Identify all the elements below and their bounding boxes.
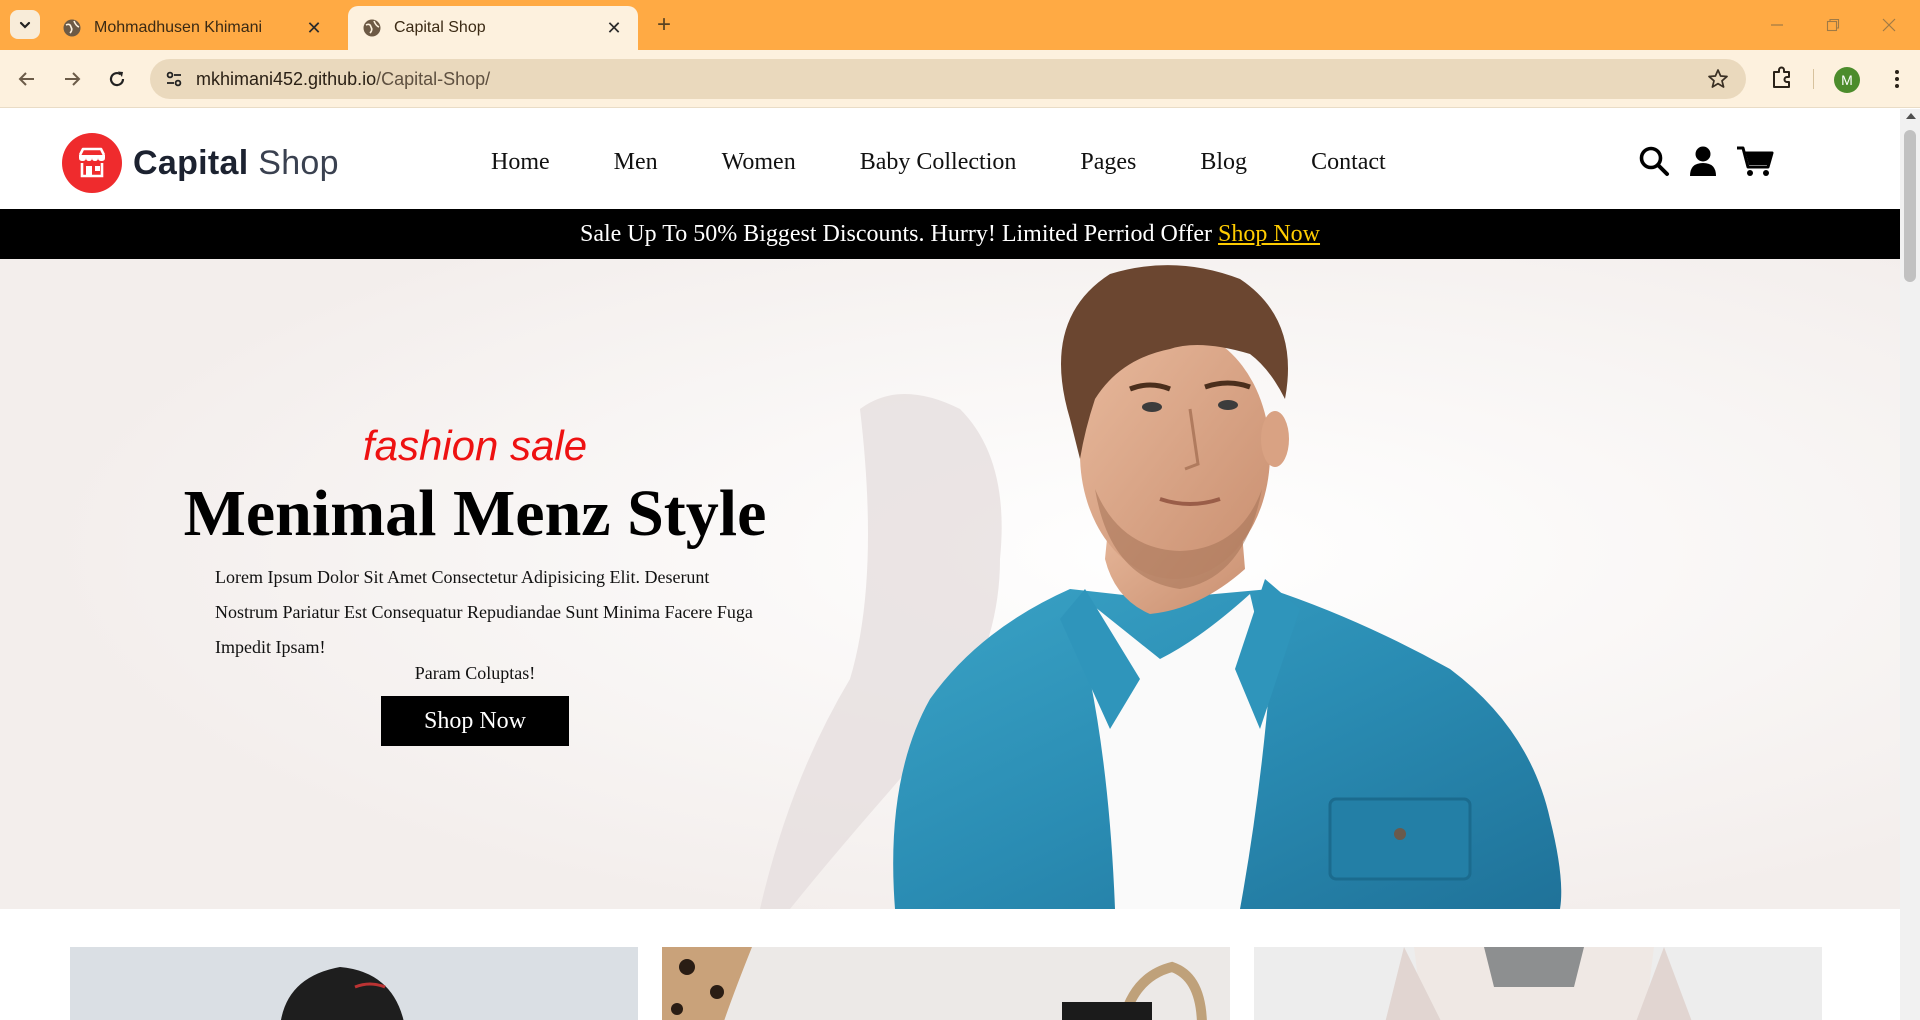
user-icon[interactable] bbox=[1688, 145, 1718, 177]
category-card[interactable] bbox=[70, 947, 638, 1020]
browser-menu-button[interactable] bbox=[1882, 64, 1912, 94]
restore-icon[interactable] bbox=[1818, 11, 1848, 39]
category-card[interactable] bbox=[1254, 947, 1822, 1020]
site-header: Capital Shop Home Men Women Baby Collect… bbox=[0, 109, 1900, 209]
minimize-icon[interactable] bbox=[1762, 11, 1792, 39]
promo-text: Sale Up To 50% Biggest Discounts. Hurry!… bbox=[579, 220, 1212, 247]
page-viewport: Capital Shop Home Men Women Baby Collect… bbox=[0, 109, 1900, 1020]
bags-image bbox=[662, 947, 1230, 1020]
tab-search-button[interactable] bbox=[10, 10, 40, 39]
nav-blog[interactable]: Blog bbox=[1200, 149, 1247, 176]
toolbar-divider bbox=[1813, 69, 1814, 89]
cap-image bbox=[70, 947, 638, 1020]
nav-men[interactable]: Men bbox=[614, 149, 658, 176]
header-icons bbox=[1638, 145, 1774, 177]
arrow-right-icon bbox=[65, 72, 81, 86]
nav-women[interactable]: Women bbox=[722, 149, 796, 176]
logo-text-bold: Capital bbox=[133, 143, 249, 182]
promo-banner: Sale Up To 50% Biggest Discounts. Hurry!… bbox=[0, 209, 1900, 259]
reload-icon bbox=[109, 71, 125, 87]
url-path: /Capital-Shop/ bbox=[376, 69, 491, 89]
close-icon[interactable]: ✕ bbox=[604, 18, 624, 38]
address-bar[interactable]: mkhimani452.github.io/Capital-Shop/ bbox=[150, 59, 1746, 99]
new-tab-button[interactable]: + bbox=[650, 11, 678, 39]
category-card[interactable] bbox=[662, 947, 1230, 1020]
page-scrollbar[interactable] bbox=[1900, 109, 1920, 1020]
promo-shop-now-link[interactable]: Shop Now bbox=[1218, 221, 1320, 248]
nav-baby-collection[interactable]: Baby Collection bbox=[860, 149, 1017, 176]
arrow-left-icon bbox=[18, 72, 34, 86]
globe-icon bbox=[363, 19, 381, 37]
nav-pages[interactable]: Pages bbox=[1080, 149, 1136, 176]
hero-banner: fashion sale Menimal Menz Style Lorem Ip… bbox=[0, 259, 1900, 909]
globe-icon bbox=[63, 19, 81, 37]
tab-mohmadhusen[interactable]: Mohmadhusen Khimani ✕ bbox=[48, 6, 338, 50]
url-text[interactable]: mkhimani452.github.io/Capital-Shop/ bbox=[196, 69, 490, 90]
scroll-up-arrow-icon[interactable] bbox=[1906, 113, 1916, 119]
scrollbar-thumb[interactable] bbox=[1904, 130, 1916, 282]
hero-eyebrow: fashion sale bbox=[362, 422, 588, 469]
profile-avatar[interactable]: M bbox=[1834, 67, 1860, 93]
category-cards bbox=[70, 947, 1830, 1020]
close-icon[interactable]: ✕ bbox=[304, 18, 324, 38]
more-vertical-icon bbox=[1895, 70, 1899, 88]
logo-text-light: Shop bbox=[258, 143, 339, 182]
back-button[interactable] bbox=[12, 64, 42, 94]
main-nav: Home Men Women Baby Collection Pages Blo… bbox=[491, 149, 1450, 176]
site-logo[interactable]: Capital Shop bbox=[62, 133, 339, 193]
nav-home[interactable]: Home bbox=[491, 149, 550, 176]
browser-tab-bar: Mohmadhusen Khimani ✕ Capital Shop ✕ + bbox=[0, 0, 1920, 50]
url-host: mkhimani452.github.io bbox=[196, 69, 377, 89]
tab-title: Capital Shop bbox=[394, 19, 486, 36]
cart-icon[interactable] bbox=[1736, 145, 1774, 177]
hero-shop-now-button[interactable]: Shop Now bbox=[381, 696, 569, 746]
forward-button[interactable] bbox=[57, 64, 87, 94]
tab-title: Mohmadhusen Khimani bbox=[94, 19, 263, 36]
window-close-icon[interactable] bbox=[1874, 11, 1904, 39]
store-icon bbox=[62, 133, 122, 193]
puzzle-icon bbox=[1773, 66, 1790, 88]
site-info-icon[interactable] bbox=[162, 67, 186, 91]
extensions-button[interactable] bbox=[1767, 63, 1797, 93]
reload-button[interactable] bbox=[102, 64, 132, 94]
bookmark-star-icon[interactable] bbox=[1706, 67, 1730, 91]
chevron-down-icon bbox=[19, 21, 31, 29]
hero-description: Lorem Ipsum Dolor Sit Amet Consectetur A… bbox=[215, 567, 753, 657]
nav-contact[interactable]: Contact bbox=[1311, 149, 1386, 176]
jacket-image bbox=[1254, 947, 1822, 1020]
hero-description-tail: Param Coluptas! bbox=[414, 663, 536, 683]
browser-toolbar: mkhimani452.github.io/Capital-Shop/ bbox=[0, 50, 1920, 108]
hero-title: Menimal Menz Style bbox=[183, 477, 767, 550]
search-icon[interactable] bbox=[1638, 145, 1670, 177]
tab-capital-shop[interactable]: Capital Shop ✕ bbox=[348, 6, 638, 50]
